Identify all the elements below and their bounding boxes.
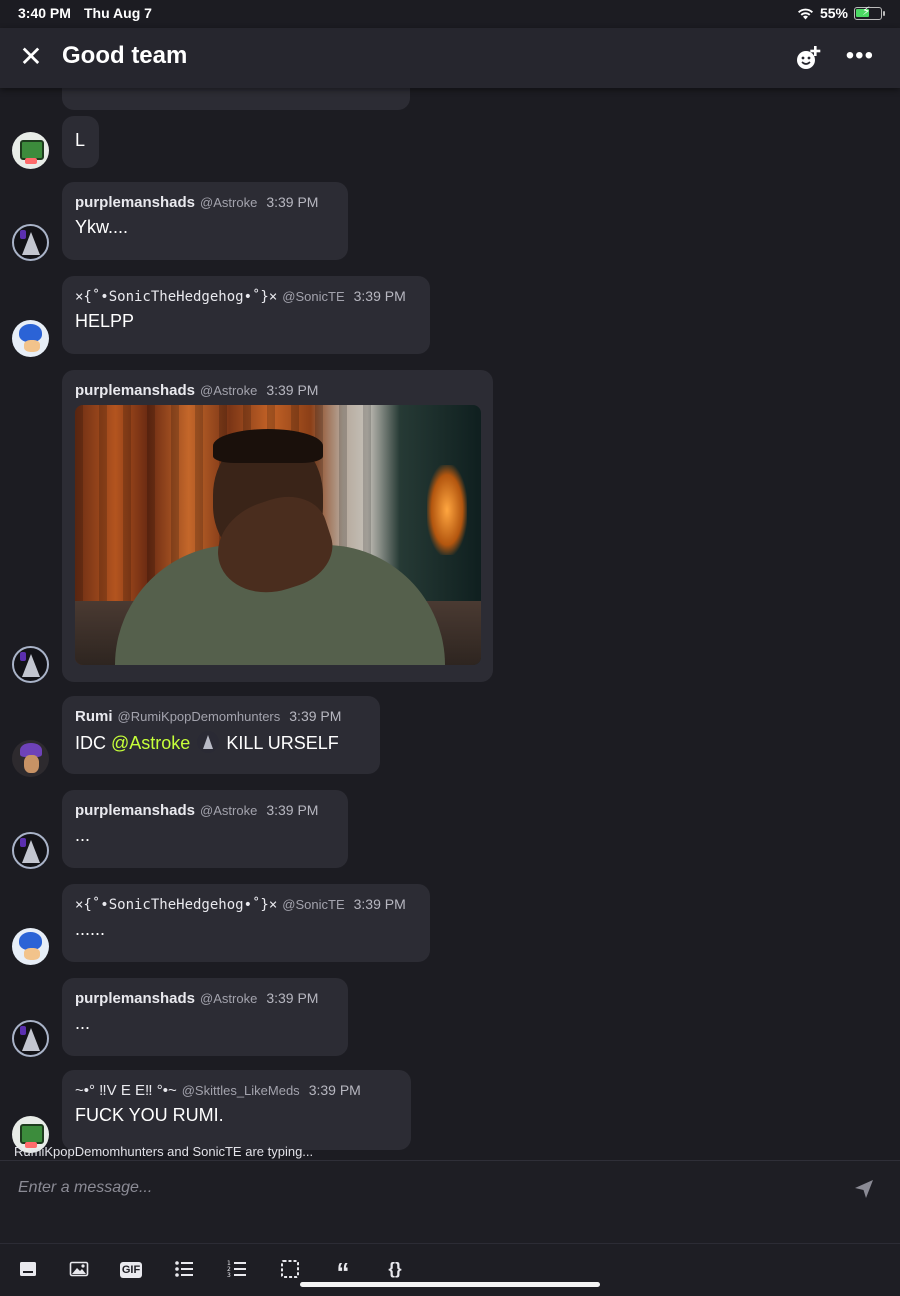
sender-name[interactable]: purplemanshads [75,990,195,1007]
sender-handle: @Astroke [200,383,258,398]
send-icon[interactable] [854,1179,874,1199]
svg-text:3: 3 [227,1272,231,1279]
message-meta: purplemanshads @Astroke 3:39 PM [75,194,335,211]
typing-indicator: RumiKpopDemomhunters and SonicTE are typ… [14,1144,314,1159]
message-bubble[interactable]: purplemanshads @Astroke 3:39 PM Ykw.... [62,182,348,260]
avatar[interactable] [12,928,49,965]
avatar[interactable] [12,320,49,357]
close-icon[interactable]: ✕ [18,42,44,72]
message-bubble[interactable]: L [62,116,99,168]
message-time: 3:39 PM [308,1082,361,1098]
avatar[interactable] [12,740,49,777]
sender-name[interactable]: ×{˚•SonicTheHedgehog•˚}× [75,289,277,305]
message-text-part: KILL URSELF [226,733,339,753]
avatar[interactable] [12,832,49,869]
chat-title: Good team [62,42,188,69]
message-time: 3:39 PM [266,194,319,210]
avatar[interactable] [12,646,49,683]
caption-icon[interactable] [17,1258,39,1280]
wifi-icon [797,8,813,19]
formatting-toolbar: GIF 1 2 3 “ {} [0,1243,900,1296]
add-member-icon[interactable] [794,44,824,72]
numbered-list-icon[interactable]: 1 2 3 [226,1258,248,1280]
message-input[interactable] [18,1177,818,1199]
avatar[interactable] [12,1020,49,1057]
message-text: FUCK YOU RUMI. [75,1105,224,1125]
mention-avatar-icon [197,731,220,753]
message-bubble[interactable]: Rumi @RumiKpopDemomhunters 3:39 PM IDC @… [62,696,380,774]
avatar[interactable] [12,224,49,261]
sender-handle: @Astroke [200,991,258,1006]
message-text: Ykw.... [75,217,129,237]
sender-name[interactable]: purplemanshads [75,382,195,399]
message-time: 3:39 PM [353,896,406,912]
battery-percent: 55% [819,5,848,21]
message-list[interactable]: L purplemanshads @Astroke 3:39 PM Ykw...… [0,88,900,1160]
chat-header: ✕ Good team ••• [0,28,900,88]
message-bubble[interactable]: purplemanshads @Astroke 3:39 PM ... [62,978,348,1056]
message-text-part: IDC [75,733,106,753]
message-bubble[interactable] [62,88,410,110]
message-text: ... [75,825,91,845]
message-meta: ×{˚•SonicTheHedgehog•˚}× @SonicTE 3:39 P… [75,896,417,913]
message-bubble[interactable]: purplemanshads @Astroke 3:39 PM ... [62,790,348,868]
sender-handle: @Astroke [200,195,258,210]
sender-handle: @RumiKpopDemomhunters [117,709,281,724]
message-meta: purplemanshads @Astroke 3:39 PM [75,802,335,819]
status-time: 3:40 PM [18,5,71,21]
message-meta: purplemanshads @Astroke 3:39 PM [75,382,480,399]
image-icon[interactable] [68,1258,90,1280]
sender-handle: @SonicTE [282,289,345,304]
message-meta: ~•° ‼V E E‼ °•~ @Skittles_LikeMeds 3:39 … [75,1082,398,1099]
battery-icon: ⚡ [854,4,885,20]
message-time: 3:39 PM [289,708,342,724]
sender-name[interactable]: ~•° ‼V E E‼ °•~ [75,1082,177,1099]
sender-handle: @SonicTE [282,897,345,912]
more-icon[interactable]: ••• [846,42,874,70]
message-meta: purplemanshads @Astroke 3:39 PM [75,990,335,1007]
status-bar: 3:40 PM Thu Aug 7 55% ⚡ [0,0,900,28]
sender-name[interactable]: Rumi [75,708,113,725]
status-date: Thu Aug 7 [84,5,152,21]
code-icon[interactable]: {} [384,1258,406,1280]
gif-icon[interactable]: GIF [120,1262,142,1278]
sender-handle: @Skittles_LikeMeds [181,1083,300,1098]
message-text: IDC @Astroke KILL URSELF [75,731,367,754]
message-meta: ×{˚•SonicTheHedgehog•˚}× @SonicTE 3:39 P… [75,288,417,305]
status-right: 55% ⚡ [797,4,885,21]
sender-name[interactable]: ×{˚•SonicTheHedgehog•˚}× [75,897,277,913]
bullet-list-icon[interactable] [173,1258,195,1280]
sender-name[interactable]: purplemanshads [75,194,195,211]
spoiler-icon[interactable] [279,1258,301,1280]
sender-name[interactable]: purplemanshads [75,802,195,819]
message-time: 3:39 PM [266,382,319,398]
sender-handle: @Astroke [200,803,258,818]
message-meta: Rumi @RumiKpopDemomhunters 3:39 PM [75,708,367,725]
quote-icon[interactable]: “ [332,1258,354,1286]
message-bubble[interactable]: ×{˚•SonicTheHedgehog•˚}× @SonicTE 3:39 P… [62,884,430,962]
message-text: ...... [75,919,106,939]
avatar[interactable] [12,132,49,169]
message-bubble[interactable]: ~•° ‼V E E‼ °•~ @Skittles_LikeMeds 3:39 … [62,1070,411,1150]
message-bubble[interactable]: purplemanshads @Astroke 3:39 PM [62,370,493,682]
message-bubble[interactable]: ×{˚•SonicTheHedgehog•˚}× @SonicTE 3:39 P… [62,276,430,354]
message-time: 3:39 PM [266,802,319,818]
message-text: HELPP [75,311,135,331]
message-text: L [75,130,86,150]
mention-link[interactable]: @Astroke [111,733,190,753]
message-text: ... [75,1013,91,1033]
home-indicator [300,1282,600,1287]
message-time: 3:39 PM [266,990,319,1006]
gif-attachment[interactable] [75,405,481,665]
message-time: 3:39 PM [353,288,406,304]
